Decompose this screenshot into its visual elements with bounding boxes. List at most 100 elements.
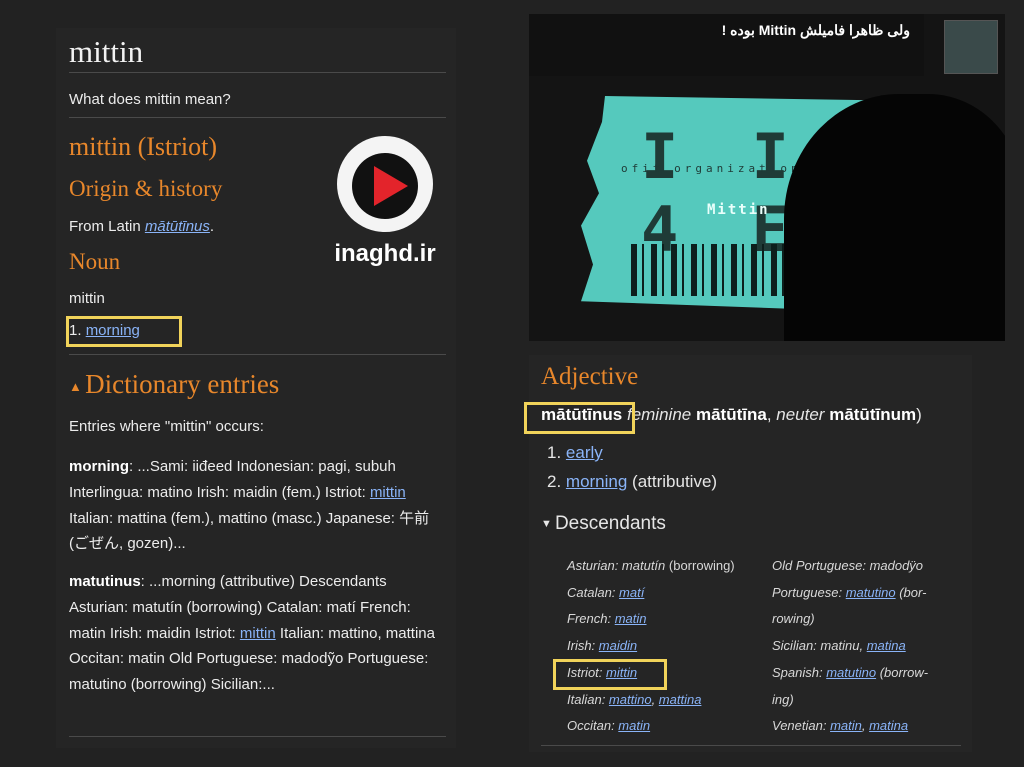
adjective-heading: Adjective (541, 363, 639, 390)
watermark-logo: inaghd.ir (330, 136, 438, 268)
descendant-item: Catalan: matí (567, 580, 767, 607)
sense-number: 2. (547, 472, 566, 491)
sense-item: 1. early (547, 443, 603, 463)
descendant-word: matutín (621, 558, 666, 573)
descendant-link[interactable]: matí (619, 585, 644, 600)
entry-paragraph-morning: morning: ...Sami: iiđeed Indonesian: pag… (69, 454, 444, 557)
origin-suffix: . (209, 218, 215, 235)
caption-bubble: ولی ظاهرا فامیلش Mittin بوده ! (529, 14, 924, 76)
descendant-item: Spanish: matutino (borrow- (772, 660, 967, 687)
card-org-text: ofit organization (621, 162, 802, 175)
descendant-lang: Venetian: (772, 718, 831, 734)
descendant-note: rowing) (772, 611, 815, 627)
descendant-item: Asturian: matutín (borrowing) (567, 553, 767, 580)
descendant-lang: Portuguese: (772, 584, 846, 600)
origin-link[interactable]: mātūtīnus (145, 218, 210, 235)
sense-link-early[interactable]: early (566, 443, 603, 462)
descendant-link[interactable]: matin (615, 611, 647, 626)
origin-text: From Latin mātūtīnus. (69, 218, 214, 235)
descendant-item: Italian: mattino, mattina (567, 691, 702, 707)
descendant-item: Irish: maidin (567, 633, 767, 660)
origin-heading: Origin & history (69, 176, 223, 201)
page-title: mittin (69, 34, 144, 69)
entry-heading: mittin (Istriot) (69, 132, 218, 161)
descendant-link[interactable]: matutino (826, 665, 876, 680)
caret-icon: ▼ (541, 517, 555, 530)
descendant-item: Occitan: matin (567, 713, 767, 740)
sense-number: 1. (547, 443, 566, 462)
descendant-lang: Occitan: (567, 718, 619, 734)
noun-heading: Noun (69, 249, 121, 274)
silhouette-figure (784, 94, 1005, 341)
entry-paragraph-matutinus: matutinus: ...morning (attributive) Desc… (69, 569, 444, 698)
descendant-link[interactable]: maidin (599, 638, 637, 653)
divider (69, 72, 446, 73)
neuter-label: neuter (776, 405, 825, 424)
descendant-item: Old Portuguese: madodÿo (772, 553, 967, 580)
descendant-item: Venetian: matin, matina (772, 718, 909, 734)
descendant-word: madodÿo (869, 558, 924, 573)
origin-prefix: From Latin (69, 218, 145, 235)
descendant-link[interactable]: matutino (846, 585, 896, 600)
descendant-lang: Spanish: (772, 664, 827, 680)
logo-text: inaghd.ir (334, 240, 436, 267)
sense-note: (attributive) (627, 472, 718, 491)
card-name: Mittin (707, 202, 770, 218)
entries-intro: Entries where "mittin" occurs: (69, 418, 264, 435)
descendant-lang: Old Portuguese: (772, 558, 870, 573)
highlight-box (66, 316, 182, 347)
caption-text: ولی ظاهرا فامیلش Mittin بوده ! (721, 22, 910, 38)
page-question: What does mittin mean? (69, 91, 231, 108)
caret-icon: ▲ (69, 378, 86, 394)
highlight-box (524, 402, 635, 434)
entry-link-mittin[interactable]: mittin (370, 484, 406, 501)
descendant-note: (bor- (895, 584, 927, 600)
descendant-lang: Sicilian: (772, 638, 821, 654)
feminine-label: feminine (626, 405, 692, 424)
dictionary-entries-heading[interactable]: ▲ Dictionary entries (69, 369, 279, 400)
right-dictionary-panel: Adjective mātūtīnus feminine mātūtīna, n… (524, 355, 972, 752)
descendant-note: (borrowing) (665, 558, 735, 573)
video-frame: ولی ظاهرا فامیلش Mittin بوده ! I I 4 E o… (529, 14, 1005, 341)
descendants-column-right: Old Portuguese: madodÿo Portuguese: matu… (772, 553, 967, 740)
divider (541, 745, 961, 746)
descendant-lang: Irish: (567, 638, 599, 654)
descendant-link[interactable]: matin (618, 718, 650, 733)
neuter-form: mātūtīnum (829, 405, 917, 424)
descendant-lang: Italian: (567, 691, 609, 707)
descendant-item: Sicilian: matinu, matina (772, 638, 906, 654)
descendant-link[interactable]: mattina (659, 692, 702, 707)
highlight-box (553, 659, 667, 690)
descendant-link[interactable]: matina (867, 638, 906, 653)
descendant-lang: Catalan: (567, 584, 620, 600)
descendant-lang: French: (567, 611, 615, 627)
entry-text: Italian: mattina (fem.), mattino (masc.)… (69, 509, 430, 553)
descendant-item: rowing) (772, 606, 967, 633)
descendant-note: (borrow- (876, 664, 929, 680)
entry-term: morning (69, 458, 129, 475)
descendant-link[interactable]: matina (869, 718, 908, 733)
sense-item: 2. morning (attributive) (547, 472, 717, 492)
descendants-label: Descendants (554, 513, 666, 534)
divider (69, 117, 446, 118)
dictionary-entries-label: Dictionary entries (85, 369, 280, 399)
play-icon (374, 166, 408, 206)
descendant-word: matinu (820, 638, 860, 654)
descendant-note: ing) (772, 691, 794, 707)
divider (69, 736, 446, 737)
descendant-link[interactable]: matin (830, 718, 862, 733)
divider (69, 354, 446, 355)
headword: mittin (69, 290, 105, 307)
descendants-column-left: Asturian: matutín (borrowing) Catalan: m… (567, 553, 767, 740)
descendant-item: Portuguese: matutino (bor- (772, 580, 967, 607)
descendants-heading[interactable]: ▼ Descendants (541, 513, 666, 535)
descendant-item: ing) (772, 687, 967, 714)
sense-link-morning[interactable]: morning (566, 472, 627, 491)
descendant-lang: Asturian: (567, 558, 622, 573)
avatar (944, 20, 998, 74)
entry-link-mittin[interactable]: mittin (240, 625, 276, 642)
feminine-form: mātūtīna (695, 405, 767, 424)
entry-term: matutinus (69, 573, 141, 590)
descendant-item: French: matin (567, 606, 767, 633)
descendant-link[interactable]: mattino (609, 692, 652, 707)
